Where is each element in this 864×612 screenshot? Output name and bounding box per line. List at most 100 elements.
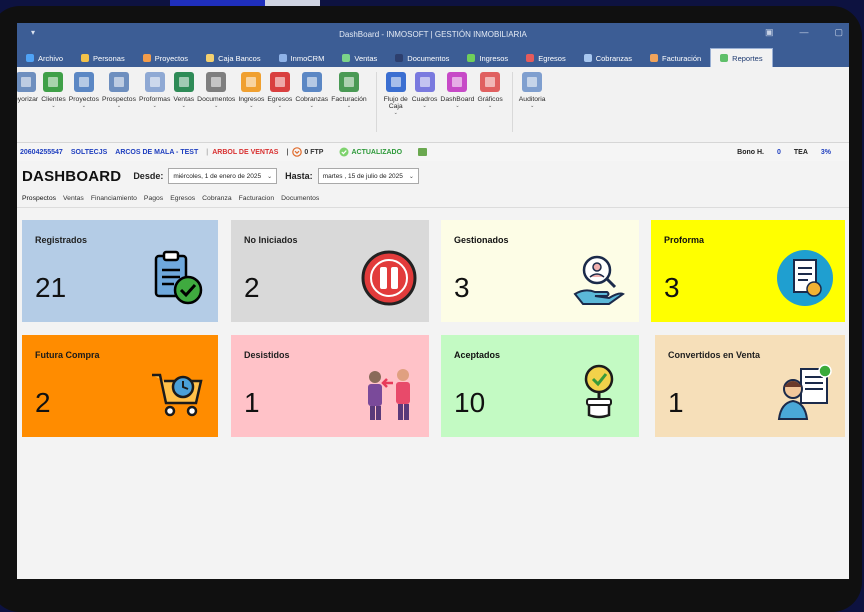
chevron-down-icon: ⌄ <box>408 173 414 180</box>
kpi-label: Registrados <box>35 235 88 245</box>
menu-archivo[interactable]: Archivo <box>17 49 72 67</box>
kpi-label: Futura Compra <box>35 350 100 360</box>
tab-prospectos[interactable]: Prospectos <box>22 195 56 202</box>
menu-ventas[interactable]: Ventas <box>333 49 386 67</box>
tea-value: 3% <box>820 148 831 156</box>
check-circle-icon <box>339 147 349 157</box>
sales-tree-link[interactable]: ARBOL DE VENTAS <box>212 149 278 156</box>
ribbon-icon <box>269 72 290 92</box>
ribbon-button-prospectos[interactable]: Prospectos ⌄ <box>102 72 136 109</box>
tab-egresos[interactable]: Egresos <box>170 195 195 202</box>
ribbon-label: eyorizar <box>17 96 39 103</box>
ribbon-label: Egresos <box>267 96 293 103</box>
from-label: Desde: <box>133 171 164 181</box>
kpi-card-gestionados[interactable]: Gestionados 3 <box>441 220 639 322</box>
network-icon[interactable] <box>418 148 428 156</box>
chevron-down-icon: ⌄ <box>530 103 535 109</box>
kpi-value: 1 <box>244 387 260 418</box>
chevron-down-icon: ⌄ <box>267 173 273 180</box>
chevron-down-icon: ⌄ <box>455 103 460 109</box>
kpi-card-convertidos-en-venta[interactable]: Convertidos en Venta 1 <box>655 335 845 437</box>
menu-cobranzas[interactable]: Cobranzas <box>575 49 641 67</box>
menu-label: Reportes <box>732 53 763 63</box>
ribbon-icon <box>17 72 37 92</box>
ribbon-button-proyectos[interactable]: Proyectos ⌄ <box>69 72 99 109</box>
ribbon-label: Ventas <box>173 96 195 103</box>
ribbon-label: Prospectos <box>101 96 136 103</box>
menu-egresos[interactable]: Egresos <box>517 49 575 67</box>
ribbon-button-egresos[interactable]: Egresos ⌄ <box>267 72 292 109</box>
tab-pagos[interactable]: Pagos <box>144 195 163 202</box>
to-date-picker[interactable]: martes , 15 de julio de 2025 ⌄ <box>317 168 419 184</box>
ribbon-button-dashboard[interactable]: DashBoard ⌄ <box>440 72 474 109</box>
ribbon-button-cuadros[interactable]: Cuadros ⌄ <box>411 72 438 109</box>
maximize-button[interactable]: ▢ <box>834 27 843 38</box>
menu-proyectos[interactable]: Proyectos <box>134 49 197 67</box>
ribbon-button-auditoria[interactable]: Auditoria ⌄ <box>519 72 546 109</box>
ribbon-icon <box>447 72 468 92</box>
menu-icon <box>720 54 729 62</box>
ribbon-button-facturaci-n[interactable]: Facturación ⌄ <box>331 72 367 109</box>
ribbon-button-flujo-de-caja[interactable]: Flujo de Caja ⌄ <box>383 72 409 116</box>
tab-facturacion[interactable]: Facturacion <box>239 195 275 202</box>
menu-documentos[interactable]: Documentos <box>386 49 458 67</box>
kpi-label: No Iniciados <box>244 235 298 245</box>
kpi-label: Desistidos <box>244 350 290 360</box>
menu-personas[interactable]: Personas <box>72 49 134 67</box>
quick-access-menu[interactable]: ▾ <box>31 28 35 37</box>
project-name[interactable]: ARCOS DE MALA - TEST <box>115 149 198 156</box>
chevron-down-icon: ⌄ <box>277 103 282 109</box>
kpi-label: Aceptados <box>454 350 501 360</box>
kpi-card-aceptados[interactable]: Aceptados 10 <box>441 335 639 437</box>
menu-facturaci-n[interactable]: Facturación <box>641 49 710 67</box>
menu-label: Egresos <box>538 53 566 63</box>
restore-button[interactable]: ▣ <box>765 27 774 38</box>
menu-icon <box>649 54 658 62</box>
updated-label: ACTUALIZADO <box>351 148 403 156</box>
ribbon-button-ventas[interactable]: Ventas ⌄ <box>173 72 194 109</box>
bono-value: 0 <box>776 148 781 156</box>
company-name: SOLTECJS <box>70 148 108 156</box>
minimize-button[interactable]: — <box>799 27 808 38</box>
kpi-value: 2 <box>35 387 51 418</box>
ftp-status[interactable]: 0 FTP <box>292 147 331 157</box>
separator: | <box>206 148 209 156</box>
menu-reportes[interactable]: Reportes <box>710 48 773 67</box>
tab-documentos[interactable]: Documentos <box>281 195 319 202</box>
clipboard-check-icon <box>148 248 208 308</box>
menu-bar: Archivo Personas Proyectos Caja Bancos InmoC… <box>17 45 849 67</box>
kpi-card-no-iniciados[interactable]: No Iniciados 2 <box>231 220 429 322</box>
ribbon-button-gr-ficos[interactable]: Gráficos ⌄ <box>477 72 503 109</box>
ribbon-button-cobranzas[interactable]: Cobranzas ⌄ <box>295 72 328 109</box>
menu-icon <box>81 54 90 62</box>
ribbon-button-ingresos[interactable]: Ingresos ⌄ <box>238 72 264 109</box>
menu-icon <box>278 54 287 62</box>
tab-financiamiento[interactable]: Financiamiento <box>91 195 137 202</box>
ribbon-icon <box>301 72 322 92</box>
from-date-picker[interactable]: miércoles, 1 de enero de 2025 ⌄ <box>168 168 278 184</box>
kpi-card-desistidos[interactable]: Desistidos 1 <box>231 335 429 437</box>
ribbon-label: Flujo de Caja <box>383 96 408 110</box>
menu-label: Personas <box>93 53 125 63</box>
menu-caja-bancos[interactable]: Caja Bancos <box>197 49 270 67</box>
ribbon-label: Cuadros <box>411 96 438 103</box>
tab-cobranza[interactable]: Cobranza <box>202 195 231 202</box>
kpi-card-proforma[interactable]: Proforma 3 <box>651 220 845 322</box>
ribbon-button-clientes[interactable]: Clientes ⌄ <box>41 72 66 109</box>
menu-inmocrm[interactable]: InmoCRM <box>270 49 334 67</box>
menu-label: Caja Bancos <box>218 53 261 63</box>
kpi-value: 1 <box>668 387 684 418</box>
ribbon-button-eyorizar[interactable]: eyorizar <box>17 72 38 103</box>
kpi-card-registrados[interactable]: Registrados 21 <box>22 220 218 322</box>
chevron-down-icon: ⌄ <box>487 103 493 109</box>
ribbon-label: DashBoard <box>440 96 475 103</box>
title-bar: ▾ DashBoard - INMOSOFT | GESTIÓN INMOBIL… <box>17 23 849 45</box>
menu-ingresos[interactable]: Ingresos <box>458 49 517 67</box>
kpi-card-futura-compra[interactable]: Futura Compra 2 <box>22 335 218 437</box>
ribbon-button-proformas[interactable]: Proformas ⌄ <box>139 72 170 109</box>
ribbon-icon <box>338 72 359 92</box>
tab-ventas[interactable]: Ventas <box>63 195 84 202</box>
menu-icon <box>395 54 404 62</box>
hand-magnifier-icon <box>569 248 629 308</box>
ribbon-button-documentos[interactable]: Documentos ⌄ <box>197 72 235 109</box>
